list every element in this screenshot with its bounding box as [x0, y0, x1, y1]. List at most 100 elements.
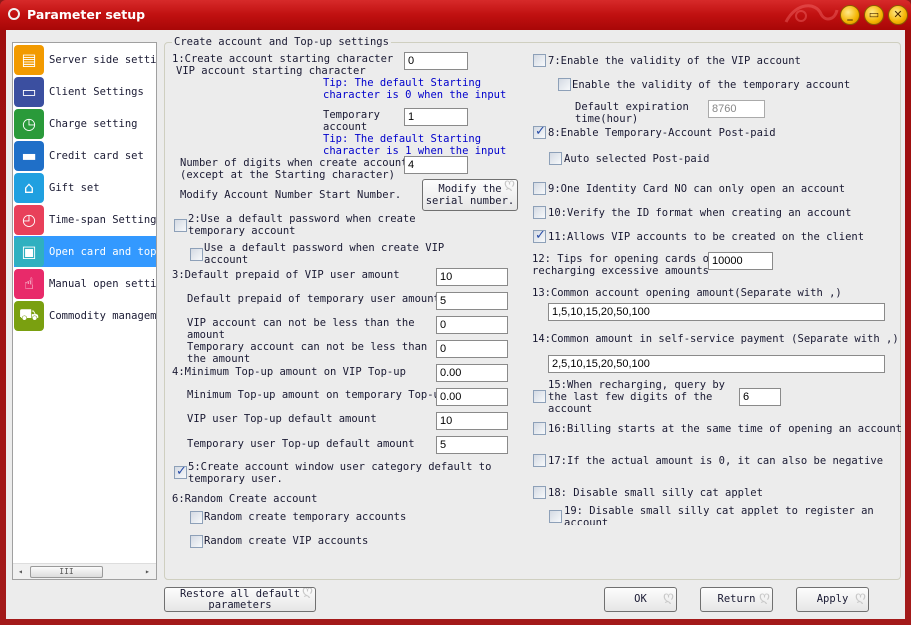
decorative-swirl-icon: ღ — [301, 587, 313, 599]
s1-label: 1:Create account starting character — [172, 53, 394, 65]
temp-topup-default-input[interactable] — [436, 436, 508, 454]
vip-topup-default-label: VIP user Top-up default amount — [187, 413, 377, 425]
s15-checkbox[interactable] — [533, 390, 546, 403]
horizontal-scrollbar[interactable]: ◂ III ▸ — [13, 563, 156, 579]
vip-min-topup-input[interactable] — [436, 364, 508, 382]
sidebar-item-id-card[interactable]: ▣ Open card and top — [14, 236, 157, 267]
self-service-amount-input[interactable] — [548, 355, 885, 373]
decorative-swirl-icon: ღ — [854, 589, 866, 605]
s8b-checkbox[interactable] — [549, 152, 562, 165]
s5-label: 5:Create account window user category de… — [188, 461, 492, 473]
temp-start-char-input[interactable] — [404, 108, 468, 126]
temp-prepaid-label: Default prepaid of temporary user amount — [187, 293, 440, 305]
temp-min-balance-input[interactable] — [436, 340, 508, 358]
common-opening-amount-input[interactable] — [548, 303, 885, 321]
minimize-button[interactable]: _ — [840, 5, 860, 25]
decorative-swirl-icon: ღ — [503, 179, 515, 192]
sidebar-item-label: Gift set — [49, 181, 100, 194]
s15-label-3: account — [548, 403, 593, 415]
sidebar-item-label: Client Settings — [49, 85, 144, 98]
ok-button[interactable]: ღ OK — [604, 587, 677, 612]
s2-checkbox[interactable] — [174, 219, 187, 232]
s2b-label-2: account — [204, 254, 249, 266]
vip-start-char-input[interactable] — [404, 52, 468, 70]
digits-input[interactable] — [404, 156, 468, 174]
temp-prepaid-input[interactable] — [436, 292, 508, 310]
maximize-button[interactable]: ▭ — [864, 5, 884, 25]
parameter-setup-window: Parameter setup _ ▭ ✕ ⛟ Commodity managem… — [0, 0, 911, 625]
monitor-icon: ▭ — [14, 76, 44, 107]
sidebar-item-alarm-clock[interactable]: ◴ Time-span Setting — [14, 204, 156, 235]
s5-checkbox[interactable] — [174, 464, 187, 479]
temp-start-char-label: Temporary — [323, 109, 380, 121]
scrollbar-thumb[interactable]: III — [30, 566, 103, 578]
settings-category-list[interactable]: ⛟ Commodity management ☝ Manual open settin… — [12, 42, 157, 580]
decorative-swirl-icon: ღ — [662, 589, 674, 605]
return-button[interactable]: ღ Return — [700, 587, 773, 612]
s7b-label: Enable the validity of the temporary acc… — [572, 79, 851, 91]
button-text: Return — [717, 593, 756, 605]
sidebar-item-clock-coins[interactable]: ◷ Charge setting — [14, 108, 156, 139]
credit-card-icon: ▬ — [14, 140, 44, 171]
temp-topup-default-label: Temporary user Top-up default amount — [187, 438, 415, 450]
s7b-checkbox[interactable] — [558, 78, 571, 91]
digits-label: Number of digits when create account — [180, 157, 408, 169]
tip-vip-start-2: character is 0 when the input — [323, 89, 507, 101]
scroll-right-arrow-icon[interactable]: ▸ — [145, 567, 150, 576]
apply-button[interactable]: ღ Apply — [796, 587, 869, 612]
title-bar[interactable]: Parameter setup _ ▭ ✕ — [0, 0, 911, 30]
excess-amount-tip-input[interactable] — [708, 252, 773, 270]
button-text: Apply — [816, 593, 849, 605]
s16-label: 16:Billing starts at the same time of op… — [548, 423, 903, 435]
temp-min-topup-input[interactable] — [436, 388, 508, 406]
s2b-label: Use a default password when create VIP — [204, 242, 445, 254]
sidebar-item-label: Credit card set — [49, 149, 144, 162]
expire-hours-input[interactable] — [708, 100, 765, 118]
s6b-checkbox[interactable] — [190, 535, 203, 548]
shopping-cart-icon: ⛟ — [14, 300, 44, 331]
group-title: Create account and Top-up settings — [172, 36, 391, 48]
query-digits-input[interactable] — [739, 388, 781, 406]
s6-label: 6:Random Create account — [172, 493, 318, 505]
vip-min-balance-input[interactable] — [436, 316, 508, 334]
decorative-swirl-icon — [784, 4, 839, 23]
tip-temp-start: Tip: The default Starting — [323, 133, 482, 145]
s18-checkbox[interactable] — [533, 486, 546, 499]
s17-checkbox[interactable] — [533, 454, 546, 467]
s4-label: 4:Minimum Top-up amount on VIP Top-up — [172, 366, 406, 378]
s6b-label: Random create VIP accounts — [204, 535, 369, 547]
modify-serial-number-button[interactable]: ღ Modify the serial number. — [422, 179, 518, 211]
sidebar-item-label: Charge setting — [49, 117, 138, 130]
sidebar-item-monitor[interactable]: ▭ Client Settings — [14, 76, 156, 107]
s7-checkbox[interactable] — [533, 54, 546, 67]
restore-defaults-button[interactable]: ღ Restore all default parameters — [164, 587, 316, 612]
s8-label: 8:Enable Temporary-Account Post-paid — [548, 127, 776, 139]
s8-checkbox[interactable] — [533, 124, 546, 139]
window-client-area: ⛟ Commodity management ☝ Manual open settin… — [6, 30, 905, 619]
close-button[interactable]: ✕ — [888, 5, 908, 25]
sidebar-item-credit-card[interactable]: ▬ Credit card set — [14, 140, 156, 171]
sidebar-item-shopping-cart[interactable]: ⛟ Commodity management — [14, 300, 156, 331]
sidebar-item-gift[interactable]: ⌂ Gift set — [14, 172, 156, 203]
vip-start-char-label: VIP account starting character — [176, 65, 366, 77]
s10-label: 10:Verify the ID format when creating an… — [548, 207, 852, 219]
expire-label-2: time(hour) — [575, 113, 639, 125]
scroll-left-arrow-icon[interactable]: ◂ — [18, 567, 23, 576]
decorative-swirl-icon: ღ — [758, 589, 770, 605]
sidebar-item-hand-pointer[interactable]: ☝ Manual open settings — [14, 268, 156, 299]
vip-prepaid-input[interactable] — [436, 268, 508, 286]
sidebar-item-label: Open card and top — [49, 245, 157, 258]
button-text: parameters — [208, 599, 272, 611]
s6a-checkbox[interactable] — [190, 511, 203, 524]
s2b-checkbox[interactable] — [190, 248, 203, 261]
s11-checkbox[interactable] — [533, 228, 546, 243]
sidebar-item-server[interactable]: ▤ Server side settings — [14, 44, 156, 75]
s19-label-2: account — [564, 517, 609, 525]
s7-label: 7:Enable the validity of the VIP account — [548, 55, 801, 67]
s10-checkbox[interactable] — [533, 206, 546, 219]
s19-checkbox[interactable] — [549, 510, 562, 523]
s14-label: 14:Common amount in self-service payment… — [532, 333, 899, 345]
vip-topup-default-input[interactable] — [436, 412, 508, 430]
s16-checkbox[interactable] — [533, 422, 546, 435]
s9-checkbox[interactable] — [533, 182, 546, 195]
